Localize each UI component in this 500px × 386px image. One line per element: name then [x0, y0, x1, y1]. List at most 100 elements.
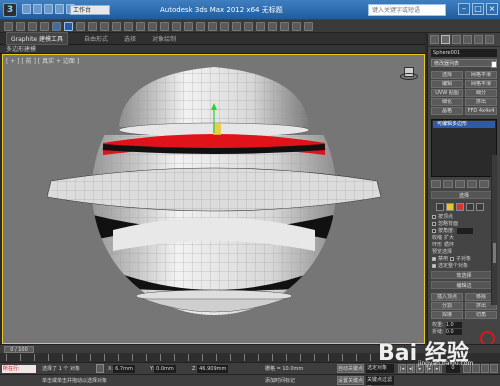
window-crossing-icon[interactable] [100, 21, 109, 31]
make-unique-icon[interactable] [455, 180, 465, 188]
modifier-button[interactable]: FFD 4x4x4 [465, 107, 497, 115]
tab-object-paint[interactable]: 对象绘制 [152, 34, 176, 43]
maxscript-listener[interactable]: 所在行: [2, 365, 36, 373]
tab-freeform[interactable]: 自由形式 [84, 34, 108, 43]
app-logo-icon[interactable]: 3 [3, 3, 17, 17]
selection-rollout[interactable]: 选择 [431, 191, 497, 199]
y-value[interactable]: 0.0mm [154, 365, 176, 373]
create-tab-icon[interactable] [430, 35, 439, 44]
grow-button[interactable]: 扩大 [444, 234, 454, 241]
ring-button[interactable]: 环形 [432, 241, 442, 248]
open-file-icon[interactable] [33, 4, 42, 14]
command-panel-scrollbar[interactable] [491, 155, 497, 305]
tab-graphite-modeling[interactable]: Graphite 建模工具 [6, 32, 69, 45]
z-value[interactable]: 46.909mm [197, 365, 229, 373]
split-button[interactable]: 分割 [431, 302, 463, 310]
close-icon[interactable]: × [486, 3, 498, 15]
show-end-result-icon[interactable] [443, 180, 453, 188]
modifier-button[interactable]: 网格平滑 [465, 71, 497, 79]
schematic-view-icon[interactable] [256, 21, 265, 31]
material-editor-icon[interactable] [268, 21, 277, 31]
modifier-button[interactable]: 挤出 [465, 98, 497, 106]
undo-tool-icon[interactable] [4, 21, 13, 31]
x-value[interactable]: 6.7mm [113, 365, 135, 373]
move-icon[interactable] [112, 21, 121, 31]
render-icon[interactable] [304, 21, 313, 31]
reference-coord-icon[interactable] [148, 21, 157, 31]
soft-selection-rollout[interactable]: 软选择 [431, 271, 497, 279]
minimize-icon[interactable]: – [458, 3, 470, 15]
motion-tab-icon[interactable] [463, 35, 472, 44]
stack-item-editable-poly[interactable]: 可编辑多边形 [433, 121, 495, 128]
option-by-angle[interactable]: 按角度: [428, 227, 500, 234]
select-by-name-icon[interactable] [76, 21, 85, 31]
workspace-dropdown[interactable]: 工作台 [70, 5, 110, 15]
border-level-icon[interactable] [456, 203, 464, 211]
select-whole-object-row[interactable]: 选定整个对象 [428, 262, 500, 269]
option-ignore-backface[interactable]: 忽略背面 [428, 220, 500, 227]
modifier-button[interactable]: 细化 [431, 98, 463, 106]
pan-icon[interactable] [490, 364, 498, 373]
render-setup-icon[interactable] [280, 21, 289, 31]
preview-subobject-label[interactable]: 子对象 [456, 255, 471, 262]
rotate-icon[interactable] [124, 21, 133, 31]
modifier-button[interactable]: 选择 [431, 71, 463, 79]
link-icon[interactable] [28, 21, 37, 31]
chamfer-button[interactable]: 切角 [465, 311, 497, 319]
shrink-button[interactable]: 收缩 [432, 234, 442, 241]
selection-lock-icon[interactable] [96, 364, 104, 373]
configure-sets-icon[interactable] [479, 180, 489, 188]
pivot-center-icon[interactable] [160, 21, 169, 31]
modifier-list-dropdown[interactable]: 修改器列表 [431, 59, 497, 67]
bind-space-warp-icon[interactable] [52, 21, 61, 31]
y-coordinate[interactable]: Y: 0.0mm [150, 365, 176, 373]
select-object-icon[interactable] [64, 21, 73, 31]
object-name-field[interactable]: Sphere001 [431, 49, 497, 57]
tab-selection[interactable]: 选择 [124, 34, 136, 43]
time-slider[interactable]: 0 / 100 [4, 346, 34, 353]
maximize-icon[interactable]: □ [472, 3, 484, 15]
vertex-level-icon[interactable] [436, 203, 444, 211]
element-level-icon[interactable] [476, 203, 484, 211]
front-viewport[interactable]: [ + ] [ 前 ] [ 真实 + 边面 ] [2, 54, 425, 344]
x-coordinate[interactable]: X: 6.7mm [108, 365, 135, 373]
render-frame-icon[interactable] [292, 21, 301, 31]
zoom-extents-icon[interactable] [481, 364, 489, 373]
new-file-icon[interactable] [22, 4, 31, 14]
redo-tool-icon[interactable] [16, 21, 25, 31]
rect-selection-icon[interactable] [88, 21, 97, 31]
edge-level-icon[interactable] [446, 203, 454, 211]
set-key-button[interactable]: 设置关键点 [337, 376, 364, 385]
scrollbar-thumb[interactable] [493, 243, 496, 263]
save-file-icon[interactable] [44, 4, 53, 14]
modifier-button[interactable]: 网格平滑 [465, 80, 497, 88]
polygon-modeling-panel[interactable]: 多边形建模 [0, 45, 425, 54]
utilities-tab-icon[interactable] [485, 35, 494, 44]
pin-stack-icon[interactable] [431, 180, 441, 188]
align-icon[interactable] [220, 21, 229, 31]
undo-icon[interactable] [55, 4, 64, 14]
modifier-button[interactable]: 晶格 [431, 107, 463, 115]
remove-modifier-icon[interactable] [467, 180, 477, 188]
mirror-icon[interactable] [208, 21, 217, 31]
preview-disabled-label[interactable]: 禁用 [438, 255, 448, 262]
weld-button[interactable]: 焊接 [431, 311, 463, 319]
insert-vertex-button[interactable]: 插入顶点 [431, 293, 463, 301]
loop-button[interactable]: 循环 [444, 241, 454, 248]
angle-snap-icon[interactable] [184, 21, 193, 31]
display-tab-icon[interactable] [474, 35, 483, 44]
object-color-swatch[interactable] [491, 61, 497, 68]
layer-manager-icon[interactable] [232, 21, 241, 31]
modifier-button[interactable]: 细分 [465, 89, 497, 97]
modifier-button[interactable]: 编辑 [431, 80, 463, 88]
curve-editor-icon[interactable] [244, 21, 253, 31]
modifier-button[interactable]: UVW 贴图 [431, 89, 463, 97]
percent-snap-icon[interactable] [196, 21, 205, 31]
angle-input[interactable] [456, 227, 473, 234]
z-coordinate[interactable]: Z: 46.909mm [192, 365, 229, 373]
polygon-level-icon[interactable] [466, 203, 474, 211]
help-search-input[interactable]: 键入关键字或短语 [368, 4, 446, 16]
auto-key-button[interactable]: 自动关键点 [337, 364, 364, 373]
unlink-icon[interactable] [40, 21, 49, 31]
option-by-vertex[interactable]: 按顶点 [428, 213, 500, 220]
